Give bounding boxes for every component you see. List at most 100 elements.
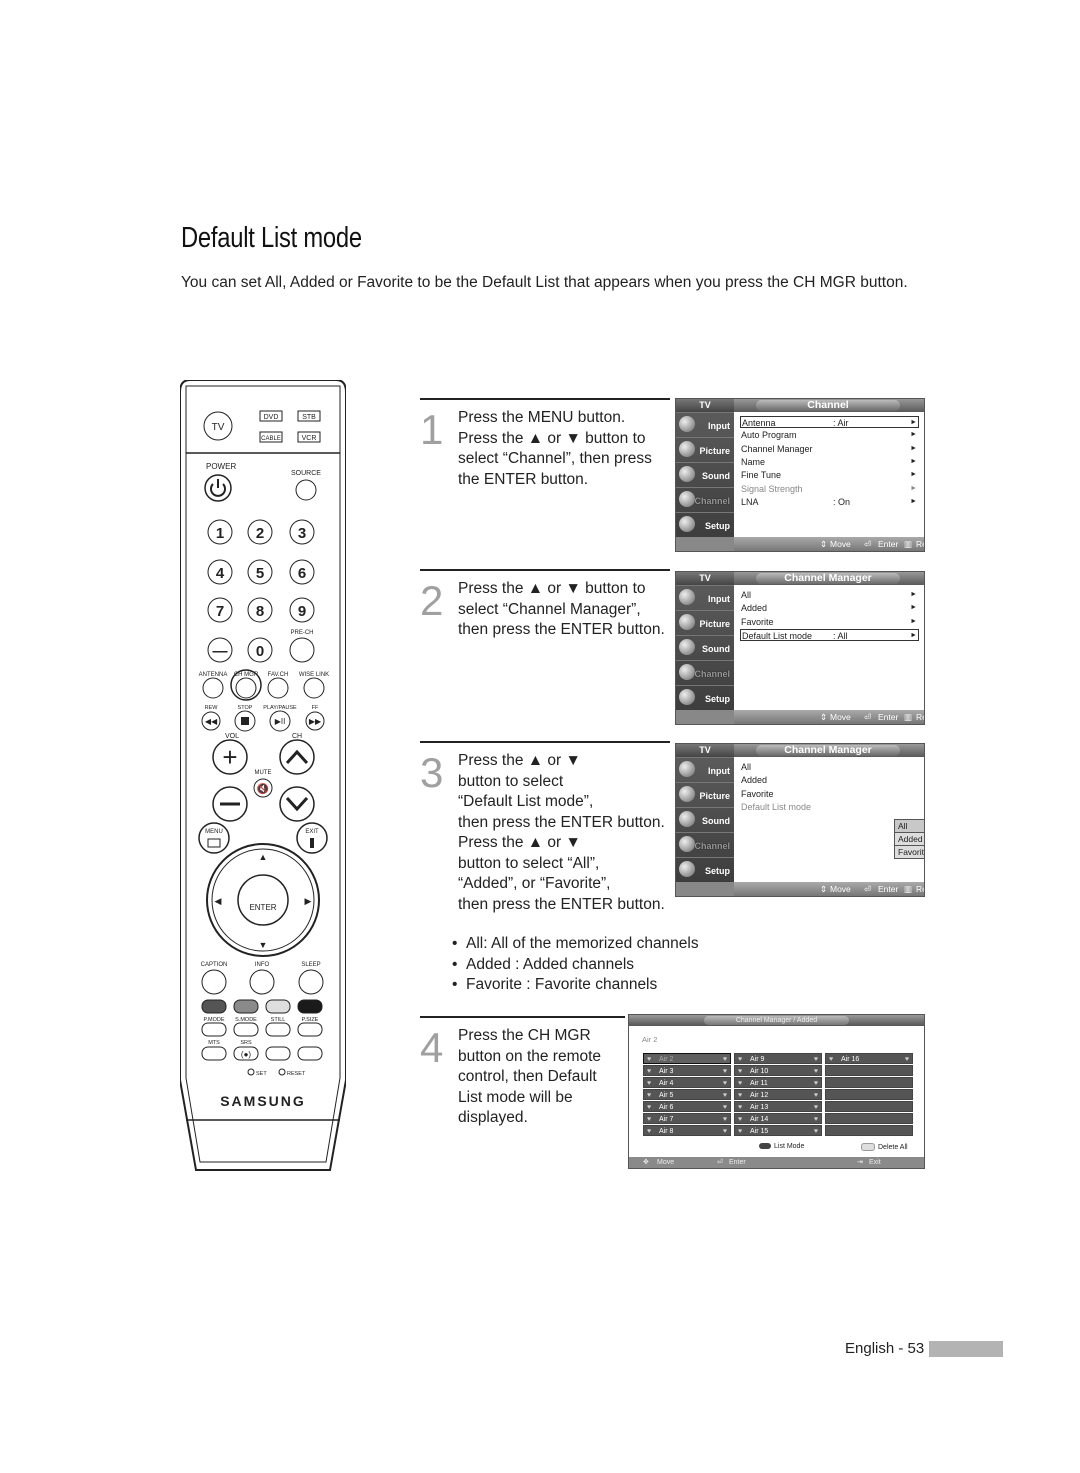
- channel-cell: ♥ Air 8 ♥: [643, 1125, 731, 1136]
- intro-paragraph: You can set All, Added or Favorite to be…: [181, 274, 908, 291]
- digit-8: 8: [256, 603, 264, 620]
- osd-menu-item: Antenna: Air ►: [740, 416, 919, 428]
- channel-column: ♥ Air 9 ♥ ♥ Air 10 ♥ ♥ Air 11 ♥ ♥ Air 12 ♥ ♥ Air 13 ♥ ♥…: [734, 1053, 822, 1137]
- osd-header: Channel Manager: [734, 744, 924, 757]
- sound-icon: [679, 811, 695, 827]
- osd-sidebar-label: Channel: [694, 496, 730, 506]
- red-key: [201, 999, 227, 1014]
- input-icon: [679, 416, 695, 432]
- osd-sidebar-item-sound: Sound: [676, 635, 734, 660]
- favorite-icon: ♥: [722, 1056, 727, 1063]
- channel-cell: [825, 1077, 913, 1088]
- channel-cell: [825, 1125, 913, 1136]
- mute-icon: 🔇: [257, 782, 269, 795]
- channel-cell: ♥ Air 2 ♥: [643, 1053, 731, 1064]
- picture-icon: [679, 614, 695, 630]
- exit-label: EXIT: [305, 829, 319, 835]
- osd-channel-manager-menu: TV Input Picture Sound Channel Setup Channel M…: [675, 571, 925, 725]
- osd-menu-item: Favorite ►: [741, 616, 918, 628]
- wiselink-label: WISE LINK: [299, 672, 329, 678]
- step-4: 4 Press the CH MGR button on the remote …: [420, 1016, 625, 1138]
- step-number: 2: [420, 577, 444, 624]
- smode-label: S.MODE: [235, 1017, 257, 1023]
- osd-footer: ⇕Move ⏎ Enter ▥Return: [734, 537, 924, 551]
- channel-cell: [825, 1113, 913, 1124]
- channel-column: ♥ Air 2 ♥ ♥ Air 3 ♥ ♥ Air 4 ♥ ♥ Air 5 ♥ ♥ Air 6 ♥ ♥ Air …: [643, 1053, 731, 1137]
- favorite-icon: ♥: [813, 1080, 818, 1087]
- exit-icon: [310, 838, 314, 848]
- channel-cell: [825, 1089, 913, 1100]
- heart-icon: ♥: [647, 1056, 652, 1063]
- arrow-right-icon: ►: [910, 431, 917, 439]
- reset-label: RESET: [287, 1071, 306, 1077]
- heart-icon: ♥: [738, 1056, 743, 1063]
- picture-icon: [679, 441, 695, 457]
- osd-sidebar-label: Picture: [699, 446, 730, 456]
- osd-menu-item: Channel Manager ►: [741, 443, 918, 455]
- setup-icon: [679, 689, 695, 705]
- digit-2: 2: [256, 525, 264, 542]
- osd-sidebar-item-setup: Setup: [676, 512, 734, 537]
- osd-menu-item: All: [741, 761, 918, 773]
- digit-3: 3: [298, 525, 306, 542]
- osd-item-label: All: [741, 590, 752, 600]
- move-hint: Move: [830, 712, 851, 722]
- arrow-right-icon: ►: [910, 631, 917, 639]
- dvd-mode-button: DVD: [264, 414, 279, 421]
- osd-item-label: Favorite: [741, 788, 774, 799]
- default-list-options: All: All of the memorized channels Added…: [450, 934, 699, 996]
- heart-icon: ♥: [647, 1128, 652, 1135]
- picture-icon: [679, 786, 695, 802]
- arrow-right-icon: ►: [910, 604, 917, 612]
- osd-item-label: Default List mode: [741, 801, 812, 812]
- step-3: 3 Press the ▲ or ▼ button to select “Def…: [420, 741, 670, 923]
- ff-label: FF: [312, 705, 319, 711]
- osd-sidebar-item-picture: Picture: [676, 437, 734, 462]
- osd-menu-item: Default List mode: [741, 801, 918, 813]
- channel-icon: [679, 836, 695, 852]
- channel-cell: ♥ Air 3 ♥: [643, 1065, 731, 1076]
- osd-body: Antenna: Air ► Auto Program ► Channel Manage…: [734, 412, 924, 537]
- heart-icon: ♥: [647, 1080, 652, 1087]
- return-icon: ▥: [904, 539, 913, 549]
- mute-label: MUTE: [255, 770, 272, 776]
- osd-tv-label: TV: [676, 744, 734, 757]
- osd-sidebar-label: Picture: [699, 619, 730, 629]
- bullet-favorite: Favorite : Favorite channels: [450, 975, 699, 996]
- osd-tv-label: TV: [676, 399, 734, 412]
- cable-mode-button: CABLE: [261, 436, 281, 442]
- psize-label: P.SIZE: [302, 1017, 319, 1023]
- osd-menu-item: Favorite: [741, 788, 918, 800]
- tv-mode-button: TV: [212, 422, 225, 433]
- pmode-label: P.MODE: [204, 1017, 225, 1023]
- prech-button: [289, 637, 315, 663]
- channel-icon: [679, 664, 695, 680]
- digit-9: 9: [298, 603, 306, 620]
- osd-title: Channel Manager: [756, 745, 900, 756]
- osd-sidebar-label: Picture: [699, 791, 730, 801]
- channel-column: ♥ Air 16 ♥: [825, 1053, 913, 1137]
- delete-all-legend: Delete All: [861, 1143, 908, 1151]
- heart-icon: ♥: [738, 1080, 743, 1087]
- mts-label: MTS: [208, 1040, 220, 1046]
- input-icon: [679, 761, 695, 777]
- arrow-right-icon: ►: [910, 419, 917, 426]
- osd-item-label: Fine Tune: [741, 470, 782, 481]
- return-icon: ▥: [904, 712, 913, 722]
- screen-header: Channel Manager / Added: [629, 1015, 924, 1026]
- return-hint: Return: [916, 712, 924, 722]
- green-key: [233, 999, 259, 1014]
- sleep-label: SLEEP: [301, 962, 320, 968]
- input-icon: [679, 589, 695, 605]
- osd-sidebar-label: Sound: [702, 816, 730, 826]
- move-hint: Move: [657, 1159, 675, 1166]
- osd-item-label: Favorite: [741, 616, 774, 627]
- osd-sidebar-item-channel: Channel: [676, 832, 734, 857]
- exit-icon: ⇥: [857, 1159, 863, 1166]
- arrow-right-icon: ►: [910, 617, 917, 625]
- osd-footer: ⇕Move ⏎ Enter ▥Return: [734, 882, 924, 896]
- still-label: STILL: [271, 1017, 286, 1023]
- dash-button: —: [213, 643, 228, 660]
- osd-menu-item: All ►: [741, 589, 918, 601]
- osd-sidebar-label: Setup: [704, 866, 730, 876]
